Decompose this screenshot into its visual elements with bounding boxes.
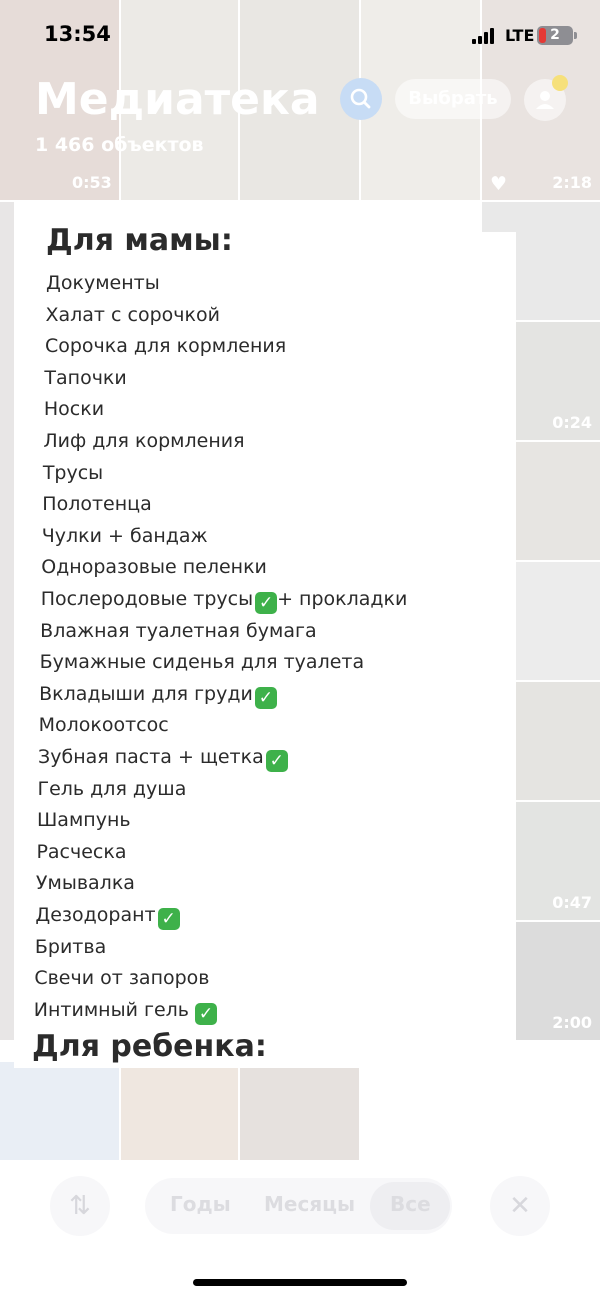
video-duration: 0:24	[552, 413, 592, 432]
status-bar: 13:54 LTE 2	[0, 0, 600, 70]
check-icon: ✓	[265, 750, 288, 772]
checklist-item-text: Свечи от запоров	[34, 967, 210, 990]
checklist-item-text: Полотенца	[42, 493, 152, 516]
checklist-item: Вкладыши для груди ✓	[39, 683, 277, 709]
checklist-item-suffix: + прокладки	[277, 588, 408, 610]
checklist-item: Молокоотсос	[39, 714, 169, 736]
photo-tile[interactable]	[121, 1062, 238, 1160]
checklist-item-text: Тапочки	[44, 366, 127, 389]
checklist-item: Одноразовые пеленки	[41, 556, 267, 578]
item-count: 1 466 объектов	[35, 134, 204, 156]
photo-tile[interactable]	[0, 1062, 119, 1160]
checklist-item-text: Трусы	[42, 461, 104, 484]
checklist-item: Трусы	[43, 462, 103, 484]
mom-heading: Для мамы:	[46, 223, 233, 258]
checklist-item-text: Халат с сорочкой	[45, 303, 220, 326]
checklist-item: Шампунь	[37, 809, 131, 831]
segment-all[interactable]: Все	[390, 1192, 431, 1216]
checklist-item-text: Одноразовые пеленки	[41, 556, 267, 579]
close-button[interactable]: ✕	[490, 1176, 550, 1236]
checklist-item: Чулки + бандаж	[42, 525, 208, 547]
checklist-item-text: Влажная туалетная бумага	[40, 619, 317, 642]
checklist-item-text: Расческа	[36, 840, 127, 863]
checklist-item: Зубная паста + щетка ✓	[38, 746, 288, 772]
checklist-item-text: Бритва	[34, 935, 107, 958]
checklist-item: Послеродовые трусы ✓ + прокладки	[40, 588, 408, 614]
battery-level: 2	[550, 27, 560, 43]
segment-months[interactable]: Месяцы	[264, 1192, 355, 1216]
checklist-item-text: Документы	[46, 272, 160, 294]
checklist-item: Бритва	[35, 936, 106, 958]
checklist-item-text: Послеродовые трусы	[40, 588, 254, 610]
check-icon: ✓	[195, 1002, 218, 1025]
checklist-item-text: Чулки + бандаж	[41, 524, 208, 547]
notification-dot	[552, 75, 568, 91]
checklist-item: Бумажные сиденья для туалета	[40, 651, 364, 673]
check-icon: ✓	[157, 908, 180, 930]
checklist-item-text: Молокоотсос	[38, 714, 169, 737]
checklist-item-text: Умывалка	[35, 872, 135, 895]
segment-years[interactable]: Годы	[170, 1192, 231, 1216]
checklist-item: Умывалка	[36, 872, 135, 894]
sort-icon: ⇅	[69, 1191, 91, 1221]
video-duration: 0:47	[552, 893, 592, 912]
checklist-item: Халат с сорочкой	[45, 304, 219, 326]
checklist-item: Свечи от запоров	[34, 967, 209, 989]
status-time: 13:54	[44, 22, 111, 46]
battery-cap	[574, 32, 577, 39]
page-title: Медиатека	[35, 74, 320, 125]
checklist-item: Документы	[46, 272, 160, 294]
search-button[interactable]	[340, 78, 382, 120]
close-icon: ✕	[509, 1191, 531, 1221]
battery-icon: 2	[537, 26, 573, 45]
checklist-item: Влажная туалетная бумага	[40, 620, 316, 642]
checklist-item: Тапочки	[44, 367, 126, 389]
check-icon: ✓	[255, 592, 278, 614]
checklist-item-text: Дезодорант	[35, 904, 156, 926]
home-indicator[interactable]	[193, 1279, 407, 1286]
checklist-item: Дезодорант ✓	[35, 904, 180, 930]
video-duration: 2:00	[552, 1013, 592, 1032]
network-type: LTE	[505, 26, 535, 45]
checklist-item: Носки	[44, 398, 104, 420]
heart-icon: ♥	[490, 173, 508, 195]
check-icon: ✓	[254, 686, 277, 709]
checklist-item-text: Интимный гель	[33, 998, 190, 1021]
checklist-item-text: Вкладыши для груди	[39, 682, 253, 705]
checklist-item-text: Бумажные сиденья для туалета	[39, 651, 365, 674]
checklist-item: Полотенца	[42, 493, 151, 515]
checklist-item: Гель для душа	[38, 778, 187, 800]
checklist-item-text: Зубная паста + щетка	[38, 746, 264, 768]
sort-button[interactable]: ⇅	[50, 1176, 110, 1236]
checklist-item: Сорочка для кормления	[45, 335, 286, 357]
checklist-item-text: Шампунь	[36, 809, 131, 832]
checklist-item-text: Сорочка для кормления	[44, 335, 287, 358]
checklist-item-text: Носки	[43, 398, 105, 421]
checklist-item-text: Лиф для кормления	[43, 430, 245, 452]
photo-tile[interactable]	[0, 202, 14, 1040]
photo-tile[interactable]	[240, 1062, 359, 1160]
child-heading: Для ребенка:	[32, 1029, 267, 1064]
checklist-item: Лиф для кормления	[43, 430, 244, 452]
signal-icon	[472, 28, 498, 44]
search-icon	[350, 88, 371, 109]
select-button[interactable]: Выбрать	[395, 79, 511, 119]
checklist-item: Расческа	[36, 841, 126, 863]
checklist-item-text: Гель для душа	[37, 777, 187, 800]
checklist-item: Интимный гель ✓	[33, 998, 218, 1025]
